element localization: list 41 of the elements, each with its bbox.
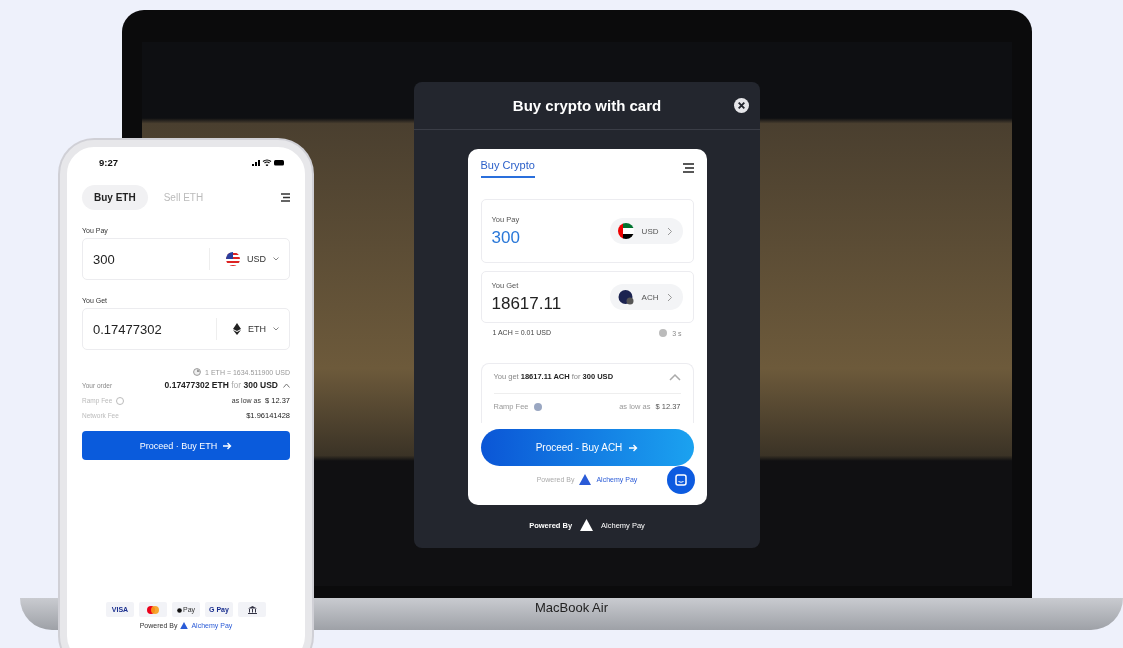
amount-field[interactable]: 0.17477302 ETH: [82, 308, 290, 350]
coin-icon: [617, 289, 634, 305]
flag-icon: [226, 252, 240, 266]
flag-icon: [617, 223, 634, 239]
chevron-right-icon: [666, 226, 673, 236]
chevron-down-icon: [273, 257, 279, 261]
amount-value: 300: [93, 251, 115, 267]
tab[interactable]: Buy ETH: [82, 185, 148, 210]
currency-selector[interactable]: ETH: [233, 323, 279, 335]
eth-icon: [233, 323, 241, 335]
proceed-button[interactable]: Proceed - Buy ACH: [480, 429, 694, 466]
amount-value: 300: [491, 227, 520, 248]
arrow-right-icon: [629, 443, 639, 452]
arrow-right-icon: [223, 441, 233, 450]
logo-icon: [579, 474, 592, 485]
chevron-down-icon: [273, 327, 279, 331]
amount-value: 0.17477302: [93, 321, 162, 337]
chevron-right-icon: [666, 292, 673, 302]
chat-button[interactable]: [666, 466, 695, 494]
bank-icon: [238, 602, 266, 617]
laptop-label: MacBook Air: [535, 600, 608, 617]
status-icons: [252, 159, 284, 166]
menu-icon[interactable]: [682, 163, 694, 173]
status-time: 9:27: [99, 157, 118, 168]
logo-icon: [580, 519, 594, 531]
chat-icon: [674, 474, 687, 486]
logo-icon: [180, 622, 189, 629]
order-text: 0.17477302 ETH for 300 USD: [164, 380, 278, 390]
chevron-icon[interactable]: [283, 382, 290, 388]
currency-selector[interactable]: ACH: [609, 284, 683, 310]
menu-icon[interactable]: [281, 193, 290, 202]
currency-selector[interactable]: USD: [609, 218, 683, 244]
clock-icon: [193, 368, 202, 376]
proceed-button[interactable]: Proceed · Buy ETH: [82, 431, 290, 460]
close-icon[interactable]: [734, 98, 749, 113]
currency-selector[interactable]: USD: [226, 252, 279, 266]
amount-field[interactable]: 300 USD: [82, 238, 290, 280]
amount-value: 18617.11: [491, 293, 562, 314]
modal-title: Buy crypto with card: [512, 97, 662, 114]
tab[interactable]: Buy Crypto: [480, 159, 535, 178]
card-logo-icon: [139, 602, 167, 617]
